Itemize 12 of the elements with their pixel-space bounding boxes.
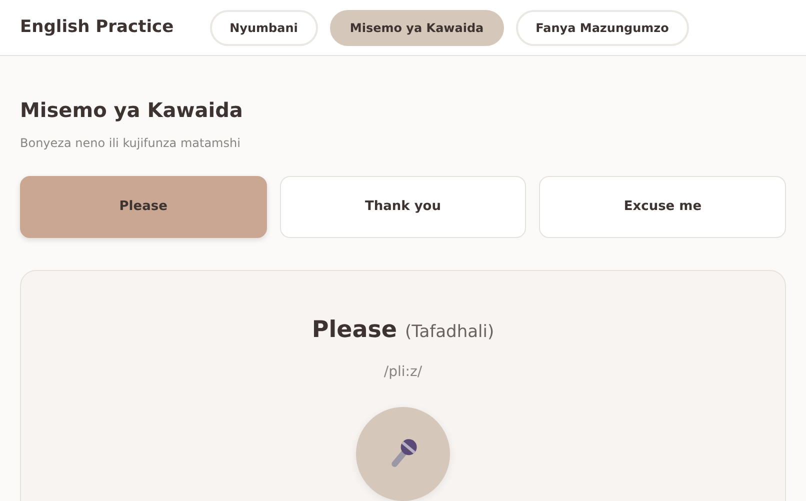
phrase-word: Please [312,316,398,345]
nav-tab[interactable]: Misemo ya Kawaida [330,10,504,46]
pronunciation-text: /pli:z/ [384,362,422,382]
instruction-text: Bonyeza neno ili kujifunza matamshi [20,135,242,152]
phrase-button[interactable]: Excuse me [539,176,786,238]
nav-tab[interactable]: Fanya Mazungumzo [516,10,689,46]
page-title: Misemo ya Kawaida [20,98,244,122]
phrase-button[interactable]: Thank you [280,176,526,238]
phrase-translation: (Tafadhali) [405,321,494,344]
app-title: English Practice [20,16,174,39]
phrase-button[interactable]: Please [20,176,267,238]
nav-tab[interactable]: Nyumbani [210,10,318,46]
